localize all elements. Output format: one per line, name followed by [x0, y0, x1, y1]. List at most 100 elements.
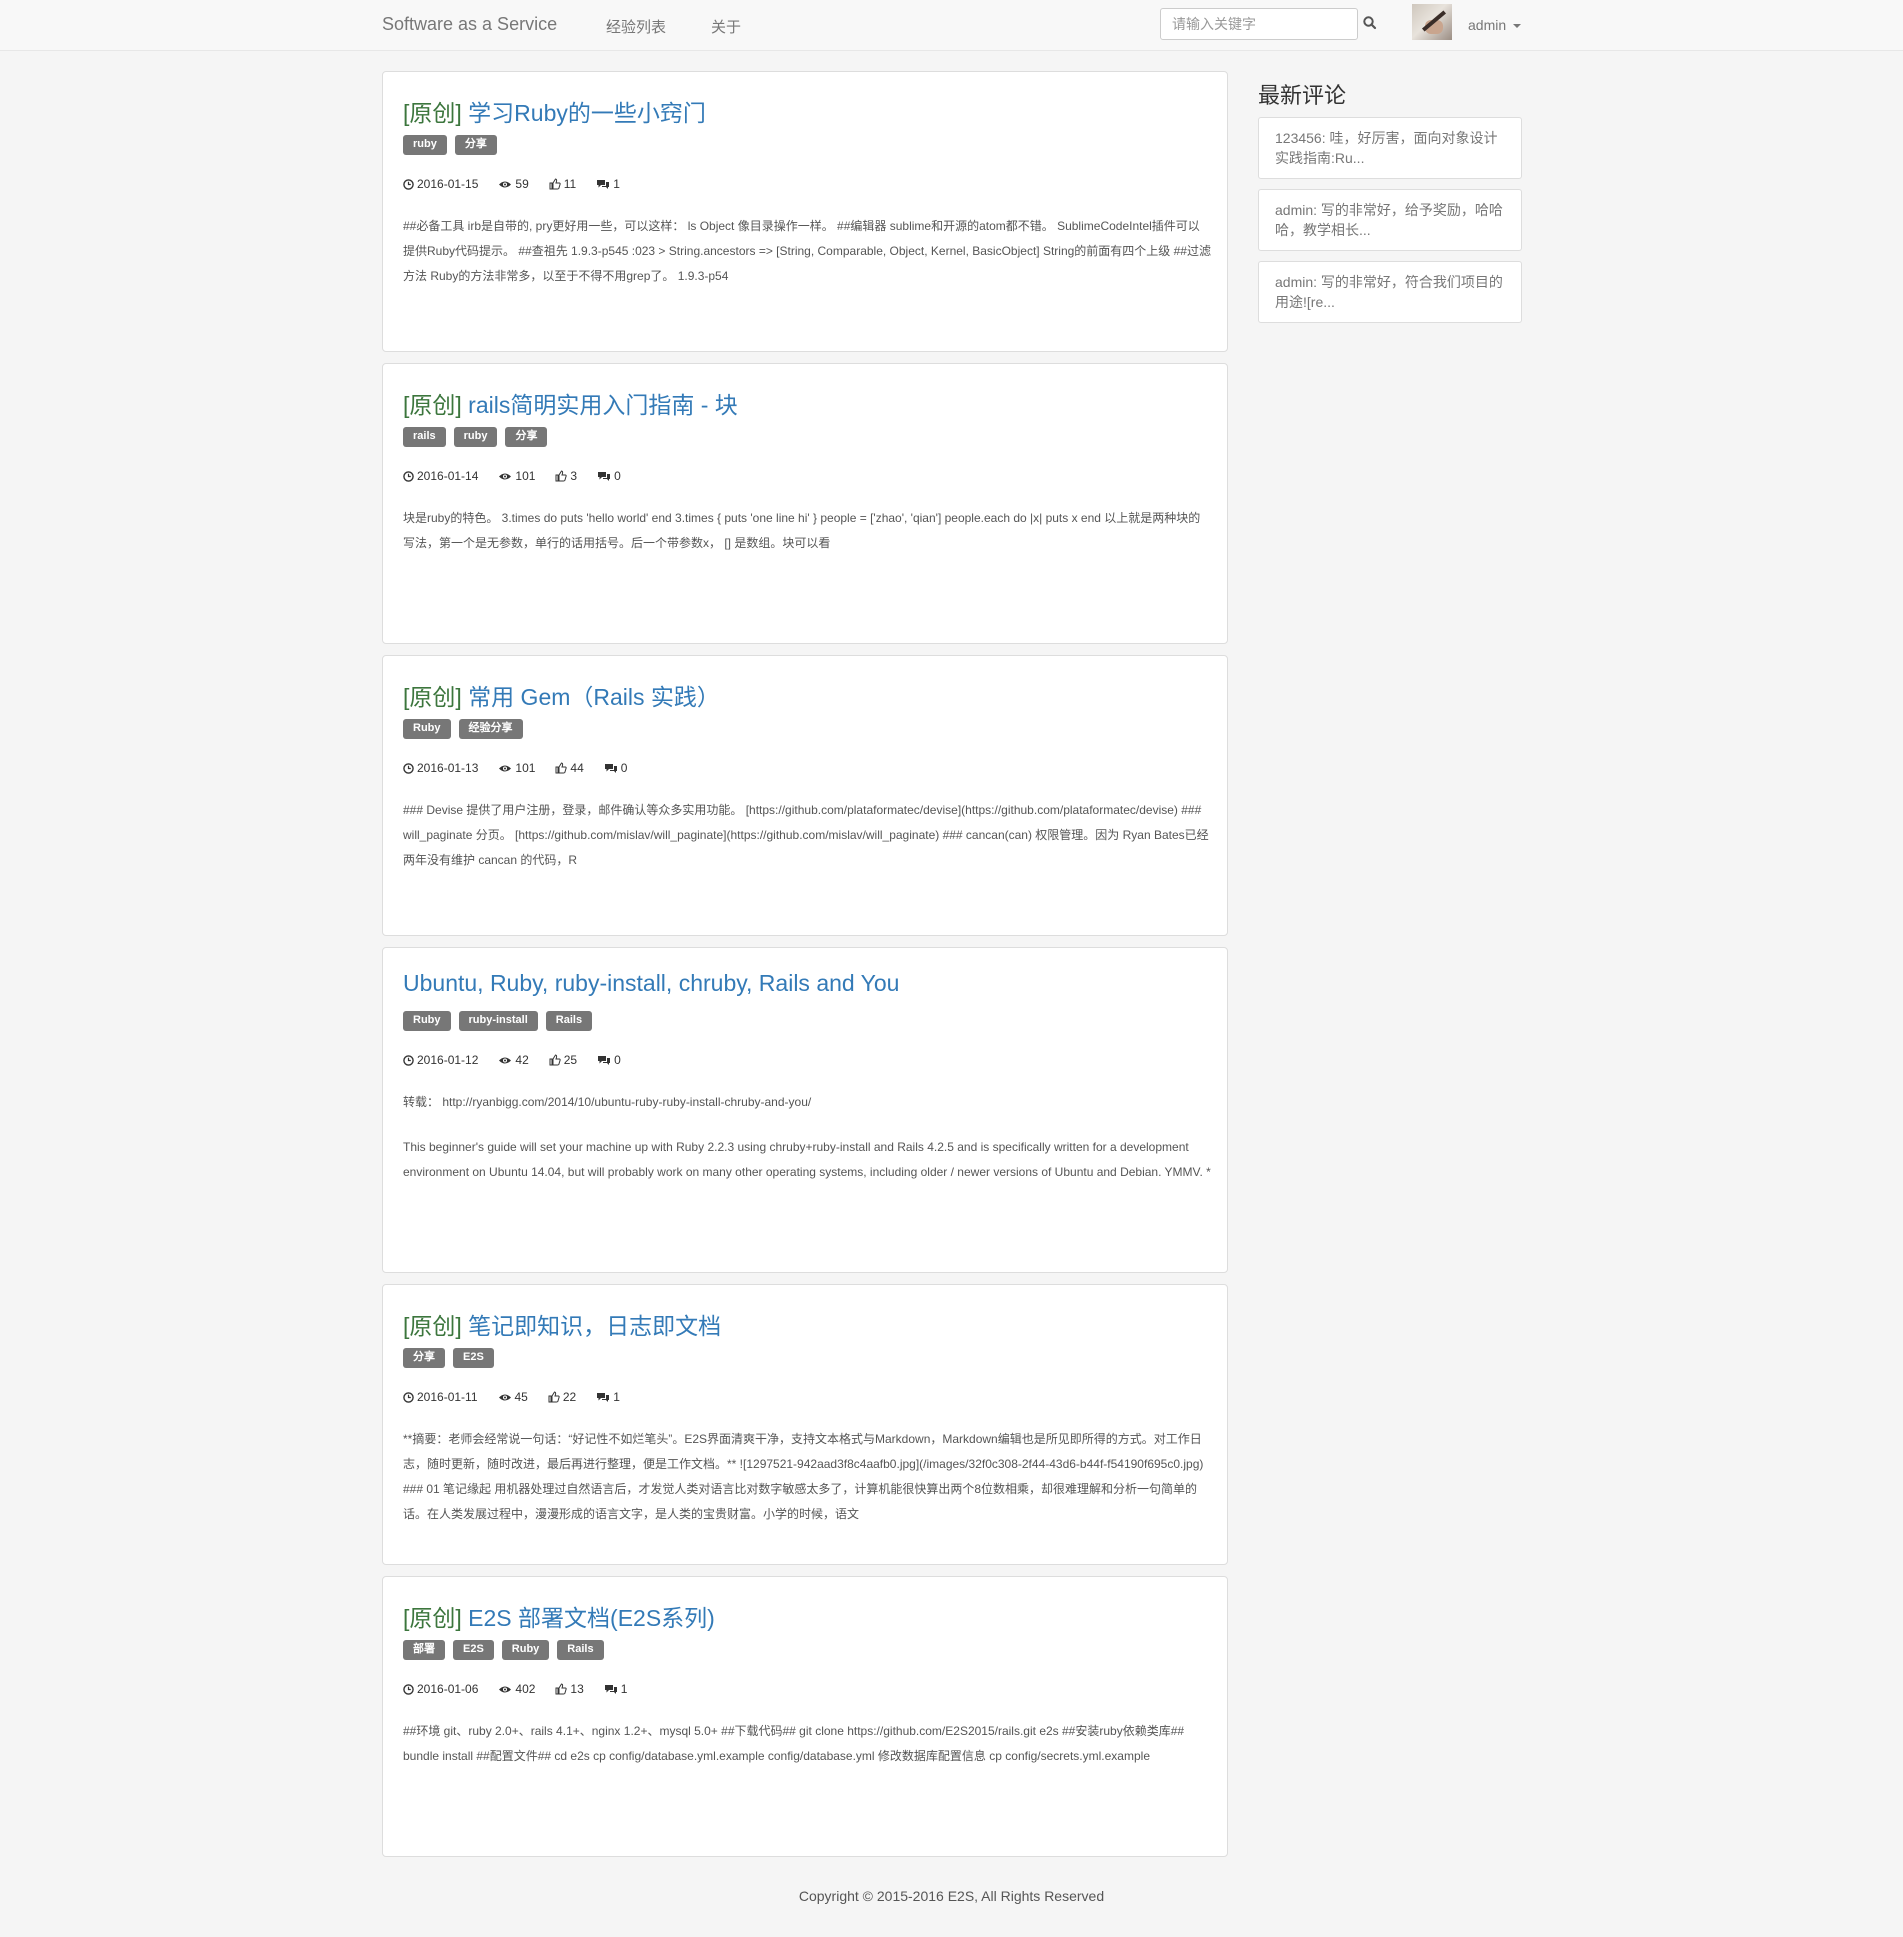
tag-label[interactable]: ruby-install	[458, 1011, 538, 1031]
user-menu[interactable]: admin	[1468, 17, 1506, 33]
comment-count: 1	[620, 1681, 628, 1696]
tag-label[interactable]: rails	[403, 427, 446, 447]
post-title-link[interactable]: Ubuntu, Ruby, ruby-install, chruby, Rail…	[403, 970, 899, 997]
excerpt-paragraph: ##环境 git、ruby 2.0+、rails 4.1+、nginx 1.2+…	[403, 1724, 1185, 1763]
clock-icon	[403, 761, 417, 775]
comment-count: 0	[614, 1052, 621, 1067]
post-title-text[interactable]: 笔记即知识，日志即文档	[468, 1313, 721, 1339]
post-excerpt: ### Devise 提供了用户注册，登录，邮件确认等众多实用功能。 [http…	[403, 798, 1211, 893]
tag-label[interactable]: 部署	[403, 1640, 445, 1660]
tag-label[interactable]: 经验分享	[458, 719, 523, 739]
post-title-link[interactable]: [原创] 笔记即知识，日志即文档	[403, 1307, 721, 1341]
comment-count: 0	[620, 760, 628, 775]
brand-link[interactable]: Software as a Service	[382, 14, 557, 35]
post-title-text[interactable]: 学习Ruby的一些小窍门	[468, 100, 706, 126]
view-count: 59	[515, 176, 529, 191]
thumbs-up-icon	[555, 469, 570, 483]
post-title-text[interactable]: Ubuntu, Ruby, ruby-install, chruby, Rail…	[403, 970, 899, 996]
like-count: 11	[563, 176, 577, 191]
search-icon[interactable]	[1362, 15, 1378, 31]
comment-item[interactable]: admin: 写的非常好，给予奖励，哈哈哈，教学相长...	[1258, 189, 1522, 251]
tag-list: Ruby 经验分享	[403, 718, 531, 739]
view-count: 45	[514, 1389, 528, 1404]
original-label: [原创]	[403, 100, 462, 126]
eye-icon	[498, 761, 515, 775]
post-card: Ubuntu, Ruby, ruby-install, chruby, Rail…	[382, 947, 1228, 1273]
excerpt-paragraph: 块是ruby的特色。 3.times do puts 'hello world'…	[403, 511, 1201, 550]
tag-list: 分享 E2S	[403, 1347, 502, 1368]
tag-label[interactable]: ruby	[403, 135, 447, 155]
avatar[interactable]	[1412, 4, 1452, 40]
excerpt-paragraph: ##必备工具 irb是自带的, pry更好用一些，可以这样： ls Object…	[403, 219, 1211, 283]
tag-label[interactable]: 分享	[505, 427, 548, 447]
post-meta: 2016-01-06 402 13 1	[403, 1681, 647, 1696]
post-title-text[interactable]: rails简明实用入门指南 - 块	[468, 392, 738, 418]
post-title-link[interactable]: [原创] E2S 部署文档(E2S系列)	[403, 1599, 715, 1633]
thumbs-up-icon	[548, 1390, 563, 1404]
post-meta: 2016-01-12 42 25 0	[403, 1052, 641, 1067]
tag-label[interactable]: Rails	[545, 1011, 593, 1031]
clock-icon	[403, 1390, 417, 1404]
tag-list: ruby 分享	[403, 134, 505, 155]
post-card: [原创] E2S 部署文档(E2S系列) 部署 E2S Ruby Rails 2016-0…	[382, 1576, 1228, 1857]
footer-copyright: Copyright © 2015-2016 E2S, All Rights Re…	[798, 1888, 1105, 1904]
tag-label[interactable]: Ruby	[501, 1640, 550, 1660]
nav-about[interactable]: 关于	[711, 16, 741, 37]
post-excerpt: **摘要：老师会经常说一句话：“好记性不如烂笔头”。E2S界面清爽干净，支持文本…	[403, 1427, 1211, 1547]
excerpt-paragraph: This beginner's guide will set your mach…	[403, 1140, 1211, 1179]
original-label: [原创]	[403, 1313, 462, 1339]
post-title-link[interactable]: [原创] 常用 Gem（Rails 实践）	[403, 678, 720, 712]
comments-icon	[596, 177, 613, 191]
search-input[interactable]: 请输入关键字	[1160, 8, 1358, 40]
navbar: Software as a Service 经验列表 关于 请输入关键字 adm…	[0, 0, 1903, 51]
comments-icon	[597, 1053, 614, 1067]
post-date: 2016-01-06	[417, 1681, 479, 1696]
post-card: [原创] rails简明实用入门指南 - 块 rails ruby 分享 2016-01…	[382, 363, 1228, 644]
post-date: 2016-01-13	[417, 760, 479, 775]
clock-icon	[403, 1682, 417, 1696]
tag-list: Ruby ruby-install Rails	[403, 1010, 600, 1031]
excerpt-paragraph: 转载： http://ryanbigg.com/2014/10/ubuntu-r…	[403, 1095, 812, 1109]
comments-icon	[604, 761, 621, 775]
post-date: 2016-01-15	[417, 176, 479, 191]
post-card: [原创] 笔记即知识，日志即文档分享 E2S 2016-01-11 45 22 1 **摘要…	[382, 1284, 1228, 1565]
post-date: 2016-01-11	[417, 1389, 478, 1404]
post-title-link[interactable]: [原创] rails简明实用入门指南 - 块	[403, 386, 738, 420]
eye-icon	[498, 469, 515, 483]
post-excerpt: ##环境 git、ruby 2.0+、rails 4.1+、nginx 1.2+…	[403, 1719, 1211, 1789]
thumbs-up-icon	[555, 761, 570, 775]
tag-label[interactable]: Rails	[557, 1640, 604, 1660]
caret-down-icon[interactable]	[1513, 24, 1521, 28]
like-count: 25	[563, 1052, 578, 1067]
post-excerpt: 转载： http://ryanbigg.com/2014/10/ubuntu-r…	[403, 1090, 1211, 1205]
tag-label[interactable]: 分享	[403, 1348, 445, 1368]
post-title-link[interactable]: [原创] 学习Ruby的一些小窍门	[403, 94, 706, 128]
tag-label[interactable]: ruby	[453, 427, 498, 447]
post-card: [原创] 学习Ruby的一些小窍门 ruby 分享 2016-01-15 59 11 1 ##…	[382, 71, 1228, 352]
post-title-text[interactable]: E2S 部署文档(E2S系列)	[468, 1605, 715, 1631]
comment-item[interactable]: 123456: 哇，好厉害，面向对象设计实践指南:Ru...	[1258, 117, 1522, 179]
clock-icon	[403, 469, 417, 483]
tag-label[interactable]: E2S	[453, 1640, 494, 1660]
view-count: 42	[515, 1052, 529, 1067]
tag-label[interactable]: Ruby	[403, 1011, 451, 1031]
comments-icon	[597, 469, 614, 483]
comment-count: 1	[613, 1389, 620, 1404]
eye-icon	[498, 1682, 515, 1696]
tag-list: 部署 E2S Ruby Rails	[403, 1639, 612, 1660]
like-count: 22	[562, 1389, 577, 1404]
tag-label[interactable]: 分享	[454, 135, 497, 155]
comment-count: 1	[613, 176, 620, 191]
original-label: [原创]	[403, 392, 462, 418]
tag-label[interactable]: E2S	[453, 1348, 494, 1368]
nav-experience-list[interactable]: 经验列表	[606, 16, 666, 37]
view-count: 101	[515, 760, 536, 775]
eye-icon	[498, 177, 515, 191]
comment-item[interactable]: admin: 写的非常好，符合我们项目的用途![re...	[1258, 261, 1522, 323]
post-title-text[interactable]: 常用 Gem（Rails 实践）	[468, 684, 720, 710]
clock-icon	[403, 177, 417, 191]
tag-label[interactable]: Ruby	[403, 719, 451, 739]
comment-count: 0	[614, 468, 621, 483]
eye-icon	[498, 1390, 515, 1404]
post-meta: 2016-01-14 101 3 0	[403, 468, 641, 483]
